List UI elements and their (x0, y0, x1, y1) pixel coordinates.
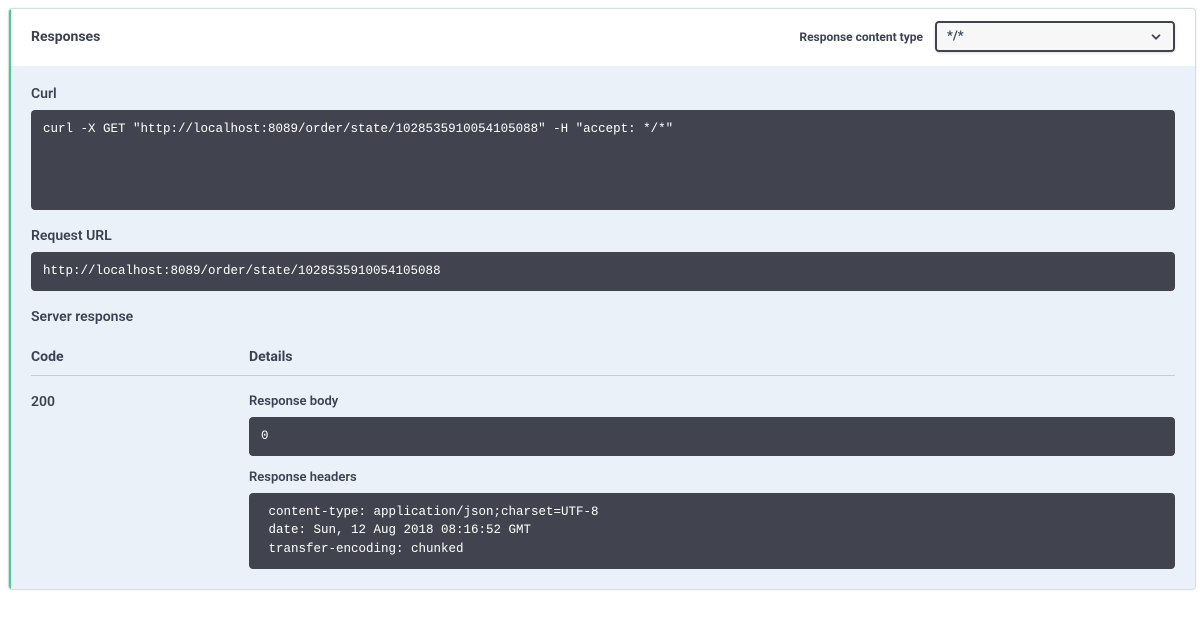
responses-panel: Responses Response content type */* Curl… (8, 8, 1196, 590)
server-response-label: Server response (31, 309, 1175, 325)
responses-inner: Responses Response content type */* Curl… (9, 9, 1195, 589)
response-table-header: Code Details (31, 339, 1175, 376)
status-code: 200 (31, 394, 249, 569)
chevron-down-icon (1149, 30, 1163, 44)
response-headers-label: Response headers (249, 470, 1175, 485)
content-type-wrap: Response content type */* (799, 21, 1175, 52)
column-details: Details (249, 349, 1175, 365)
responses-body: Curl curl -X GET "http://localhost:8089/… (11, 66, 1195, 589)
content-type-value: */* (947, 29, 964, 44)
response-row: 200 Response body 0 Response headers con… (31, 376, 1175, 569)
responses-title: Responses (31, 29, 100, 45)
content-type-label: Response content type (799, 30, 923, 44)
curl-command: curl -X GET "http://localhost:8089/order… (31, 110, 1175, 210)
request-url-label: Request URL (31, 228, 1175, 244)
response-body-label: Response body (249, 394, 1175, 409)
request-url-value: http://localhost:8089/order/state/102853… (31, 252, 1175, 291)
column-code: Code (31, 349, 249, 365)
content-type-select[interactable]: */* (935, 21, 1175, 52)
responses-header: Responses Response content type */* (11, 9, 1195, 66)
details-cell: Response body 0 Response headers content… (249, 394, 1175, 569)
response-headers: content-type: application/json;charset=U… (249, 493, 1175, 569)
curl-label: Curl (31, 86, 1175, 102)
response-body: 0 (249, 417, 1175, 456)
